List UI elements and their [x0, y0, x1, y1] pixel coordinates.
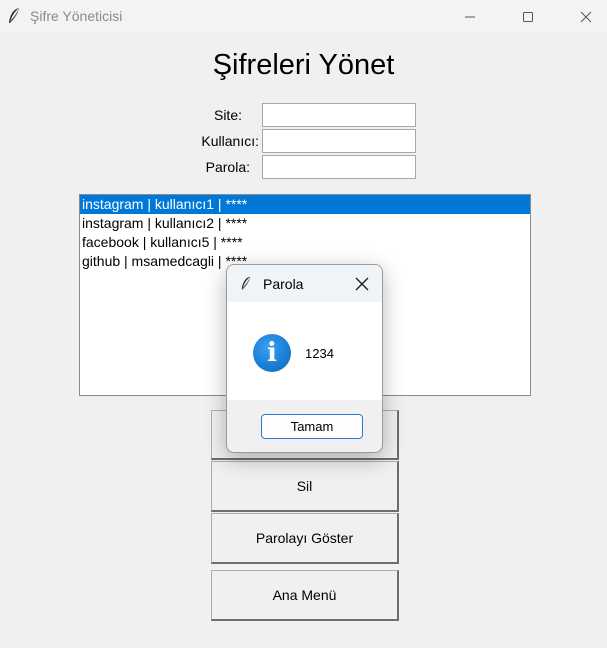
password-label: Parola:: [205, 159, 250, 175]
show-password-button[interactable]: Parolayı Göster: [211, 513, 399, 564]
user-input[interactable]: [262, 129, 416, 153]
list-item[interactable]: instagram | kullanıcı2 | ****: [80, 214, 530, 233]
site-input[interactable]: [262, 103, 416, 127]
title-bar: Şifre Yöneticisi: [0, 0, 607, 33]
site-label: Site:: [213, 107, 242, 123]
dialog-title-bar: Parola: [227, 265, 382, 302]
dialog-body: i 1234: [227, 302, 382, 400]
main-menu-button[interactable]: Ana Menü: [211, 570, 399, 621]
feather-icon: [241, 276, 251, 290]
maximize-button[interactable]: [505, 0, 551, 33]
close-icon: [580, 11, 592, 22]
list-item[interactable]: facebook | kullanıcı5 | ****: [80, 233, 530, 252]
password-dialog: Parola i 1234 Tamam: [226, 264, 383, 453]
ok-button[interactable]: Tamam: [261, 414, 363, 439]
page-title: Şifreleri Yönet: [212, 49, 395, 81]
feather-icon: [9, 8, 19, 23]
maximize-icon: [523, 11, 533, 22]
dialog-message: 1234: [305, 346, 334, 361]
password-input[interactable]: [262, 155, 416, 179]
list-item[interactable]: instagram | kullanıcı1 | ****: [80, 195, 530, 214]
dialog-title: Parola: [263, 276, 304, 292]
info-icon: i: [253, 334, 291, 372]
close-button[interactable]: [563, 0, 607, 33]
minimize-button[interactable]: [447, 0, 493, 33]
minimize-icon: [465, 16, 475, 17]
delete-button[interactable]: Sil: [211, 461, 399, 512]
close-icon[interactable]: [355, 277, 369, 291]
user-label: Kullanıcı:: [201, 133, 259, 149]
window-title: Şifre Yöneticisi: [30, 8, 123, 24]
